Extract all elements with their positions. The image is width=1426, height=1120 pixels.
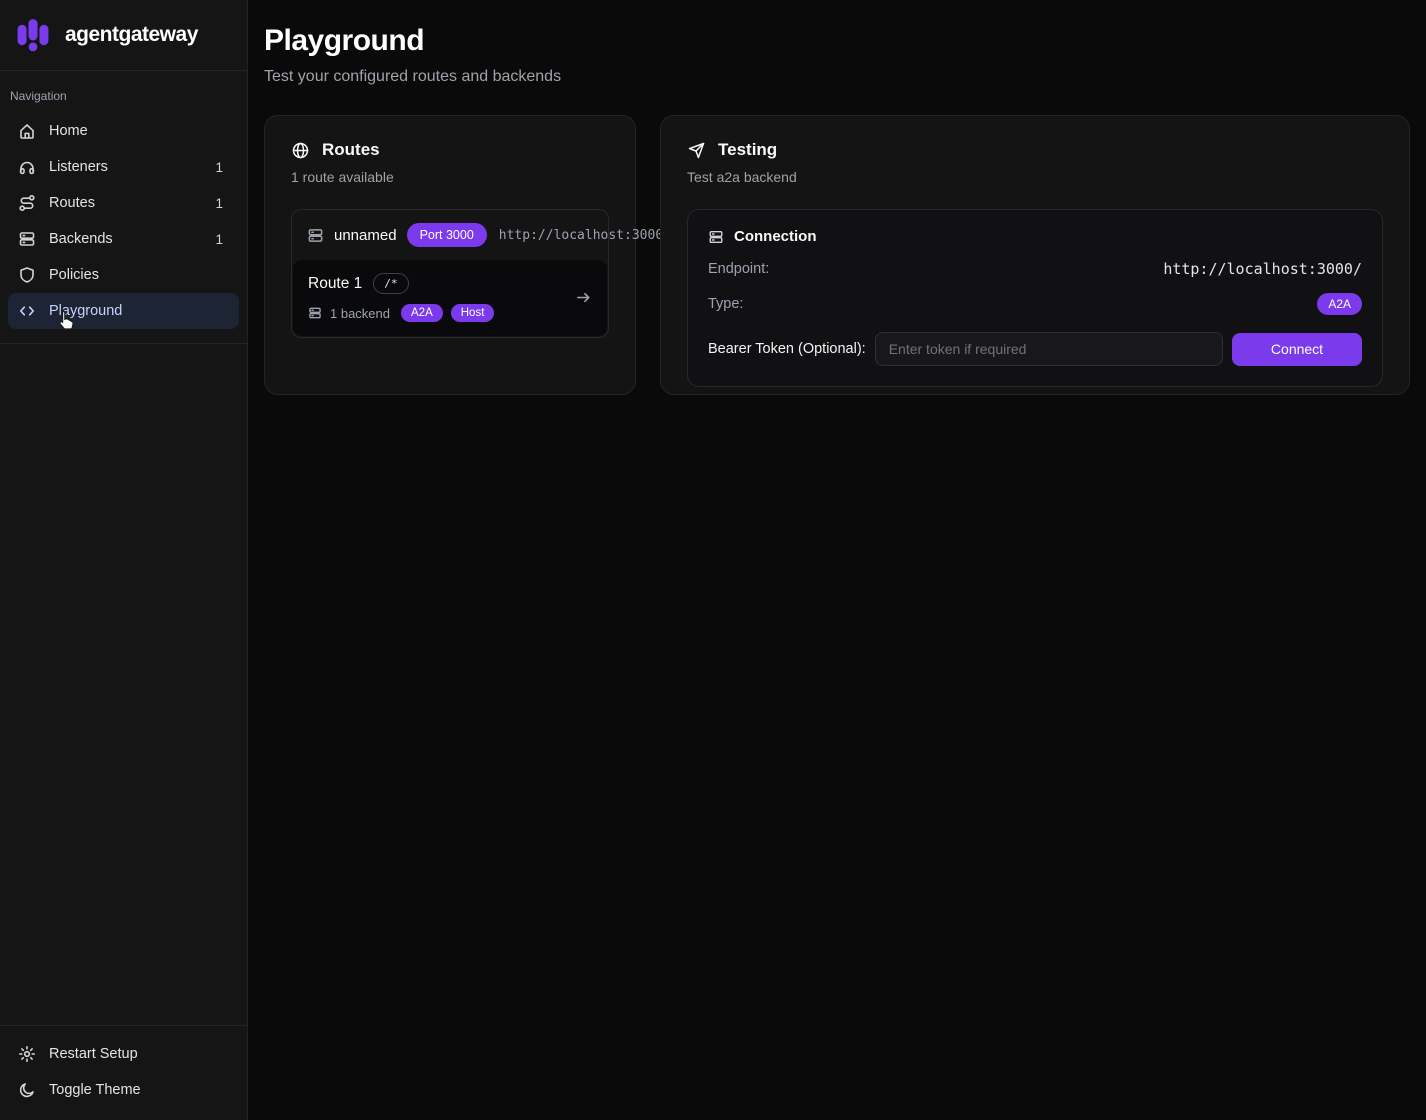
endpoint-value: http://localhost:3000/ — [1163, 260, 1362, 278]
routes-card-subtitle: 1 route available — [291, 169, 609, 185]
route-list-item[interactable]: Route 1 /* 1 backend — [293, 260, 607, 336]
listener-url: http://localhost:3000/ — [499, 228, 671, 243]
route-path-badge: /* — [373, 273, 408, 294]
bearer-token-row: Bearer Token (Optional): Connect — [708, 332, 1362, 366]
server-icon — [307, 227, 324, 244]
routes-card: Routes 1 route available unnamed Port 30… — [264, 115, 636, 395]
agentgateway-logo-icon — [14, 16, 52, 54]
connection-panel: Connection Endpoint: http://localhost:30… — [687, 209, 1383, 387]
toggle-theme-label: Toggle Theme — [49, 1082, 141, 1098]
route-item-body: Route 1 /* 1 backend — [308, 273, 575, 322]
type-badge: A2A — [1317, 293, 1362, 315]
server-icon — [708, 229, 724, 245]
page-title: Playground — [264, 24, 1410, 58]
sidebar-item-label: Home — [49, 123, 88, 139]
home-icon — [18, 122, 36, 140]
sidebar-item-routes[interactable]: Routes 1 — [8, 185, 239, 221]
sidebar-item-label: Listeners — [49, 159, 108, 175]
toggle-theme-button[interactable]: Toggle Theme — [8, 1072, 239, 1108]
sidebar-item-label: Playground — [49, 303, 122, 319]
bearer-token-input[interactable] — [875, 332, 1223, 366]
sidebar-item-count: 1 — [215, 232, 229, 247]
app-logo[interactable]: agentgateway — [0, 0, 247, 71]
type-row: Type: A2A — [708, 293, 1362, 315]
shield-icon — [18, 266, 36, 284]
sidebar-item-count: 1 — [215, 160, 229, 175]
cards-row: Routes 1 route available unnamed Port 30… — [264, 115, 1410, 395]
type-label: Type: — [708, 296, 743, 312]
endpoint-row: Endpoint: http://localhost:3000/ — [708, 260, 1362, 278]
arrow-right-icon[interactable] — [575, 289, 592, 306]
restart-setup-button[interactable]: Restart Setup — [8, 1036, 239, 1072]
nav-section-label: Navigation — [8, 81, 239, 113]
connection-title: Connection — [734, 228, 817, 245]
sidebar-item-backends[interactable]: Backends 1 — [8, 221, 239, 257]
app-title: agentgateway — [65, 23, 198, 47]
testing-card-title: Testing — [718, 140, 777, 160]
server-icon — [18, 230, 36, 248]
testing-card-subtitle: Test a2a backend — [687, 169, 1383, 185]
page-subtitle: Test your configured routes and backends — [264, 68, 1410, 86]
sidebar-item-label: Policies — [49, 267, 99, 283]
route-backend-count: 1 backend — [330, 306, 390, 321]
gear-icon — [18, 1045, 36, 1063]
sidebar-nav: Navigation Home Listeners 1 — [0, 71, 247, 344]
testing-card: Testing Test a2a backend Connection En — [660, 115, 1410, 395]
listener-name: unnamed — [334, 227, 397, 244]
sidebar: agentgateway Navigation Home Listeners — [0, 0, 248, 1120]
listener-panel: unnamed Port 3000 http://localhost:3000/… — [291, 209, 609, 338]
globe-icon — [291, 141, 310, 160]
sidebar-item-playground[interactable]: Playground — [8, 293, 239, 329]
listener-port-badge: Port 3000 — [407, 223, 487, 247]
headphones-icon — [18, 158, 36, 176]
route-host-badge: Host — [451, 304, 495, 322]
send-icon — [687, 141, 706, 160]
route-icon — [18, 194, 36, 212]
route-a2a-badge: A2A — [401, 304, 443, 322]
sidebar-item-policies[interactable]: Policies — [8, 257, 239, 293]
sidebar-item-label: Backends — [49, 231, 113, 247]
main-content: Playground Test your configured routes a… — [248, 0, 1426, 1120]
server-icon — [308, 306, 322, 320]
sidebar-item-listeners[interactable]: Listeners 1 — [8, 149, 239, 185]
sidebar-item-count: 1 — [215, 196, 229, 211]
routes-card-header: Routes — [291, 140, 609, 160]
connect-button[interactable]: Connect — [1232, 333, 1362, 366]
bearer-token-label: Bearer Token (Optional): — [708, 341, 866, 357]
sidebar-footer: Restart Setup Toggle Theme — [0, 1025, 247, 1120]
listener-header: unnamed Port 3000 http://localhost:3000/ — [292, 210, 608, 260]
restart-setup-label: Restart Setup — [49, 1046, 138, 1062]
endpoint-label: Endpoint: — [708, 261, 769, 277]
testing-card-header: Testing — [687, 140, 1383, 160]
sidebar-item-label: Routes — [49, 195, 95, 211]
connection-header: Connection — [708, 228, 1362, 245]
moon-icon — [18, 1081, 36, 1099]
sidebar-item-home[interactable]: Home — [8, 113, 239, 149]
code-icon — [18, 302, 36, 320]
routes-card-title: Routes — [322, 140, 380, 160]
sidebar-spacer — [0, 344, 247, 1025]
route-name: Route 1 — [308, 275, 362, 293]
